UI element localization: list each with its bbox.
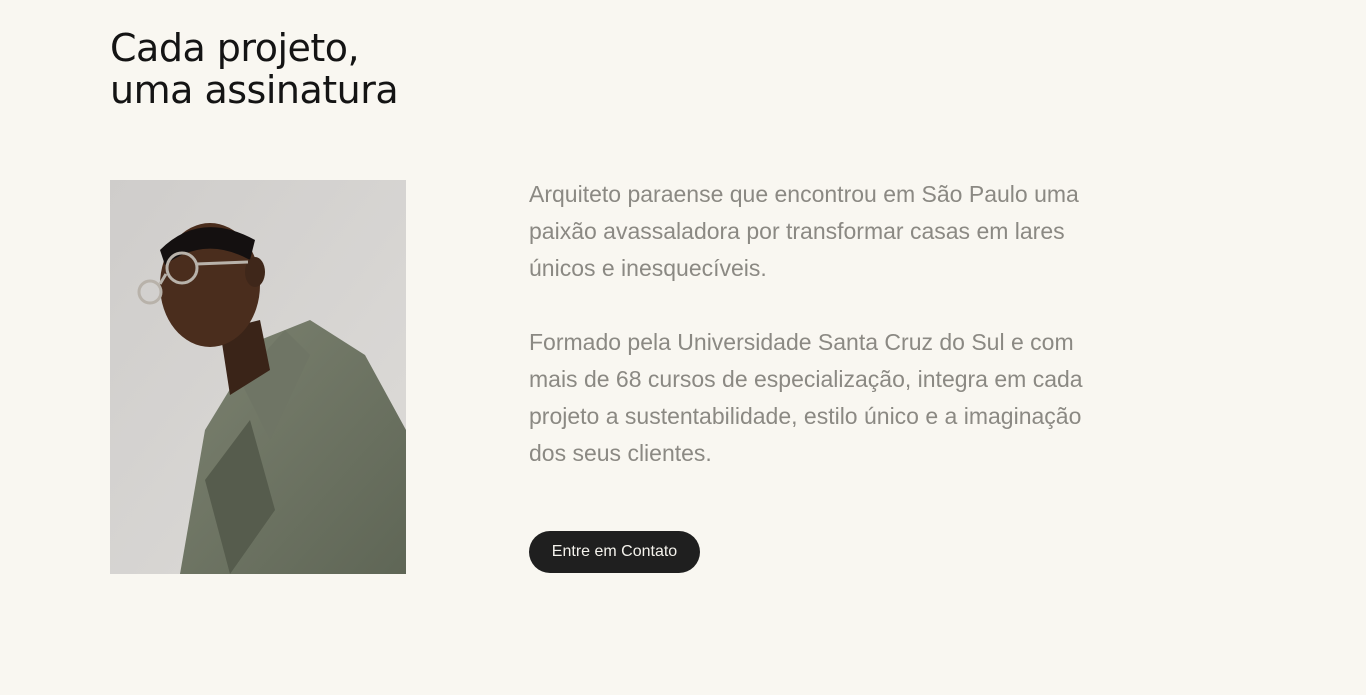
section-title-line-1: Cada projeto, [110, 26, 360, 70]
section-title: Cada projeto, uma assinatura [110, 26, 399, 112]
bio-paragraph-1: Arquiteto paraense que encontrou em São … [529, 181, 1079, 281]
bio-paragraph-2: Formado pela Universidade Santa Cruz do … [529, 329, 1083, 466]
architect-portrait [110, 180, 406, 574]
section-title-line-2: uma assinatura [110, 68, 399, 112]
contact-button[interactable]: Entre em Contato [529, 531, 700, 573]
bio-text: Arquiteto paraense que encontrou em São … [529, 176, 1089, 509]
